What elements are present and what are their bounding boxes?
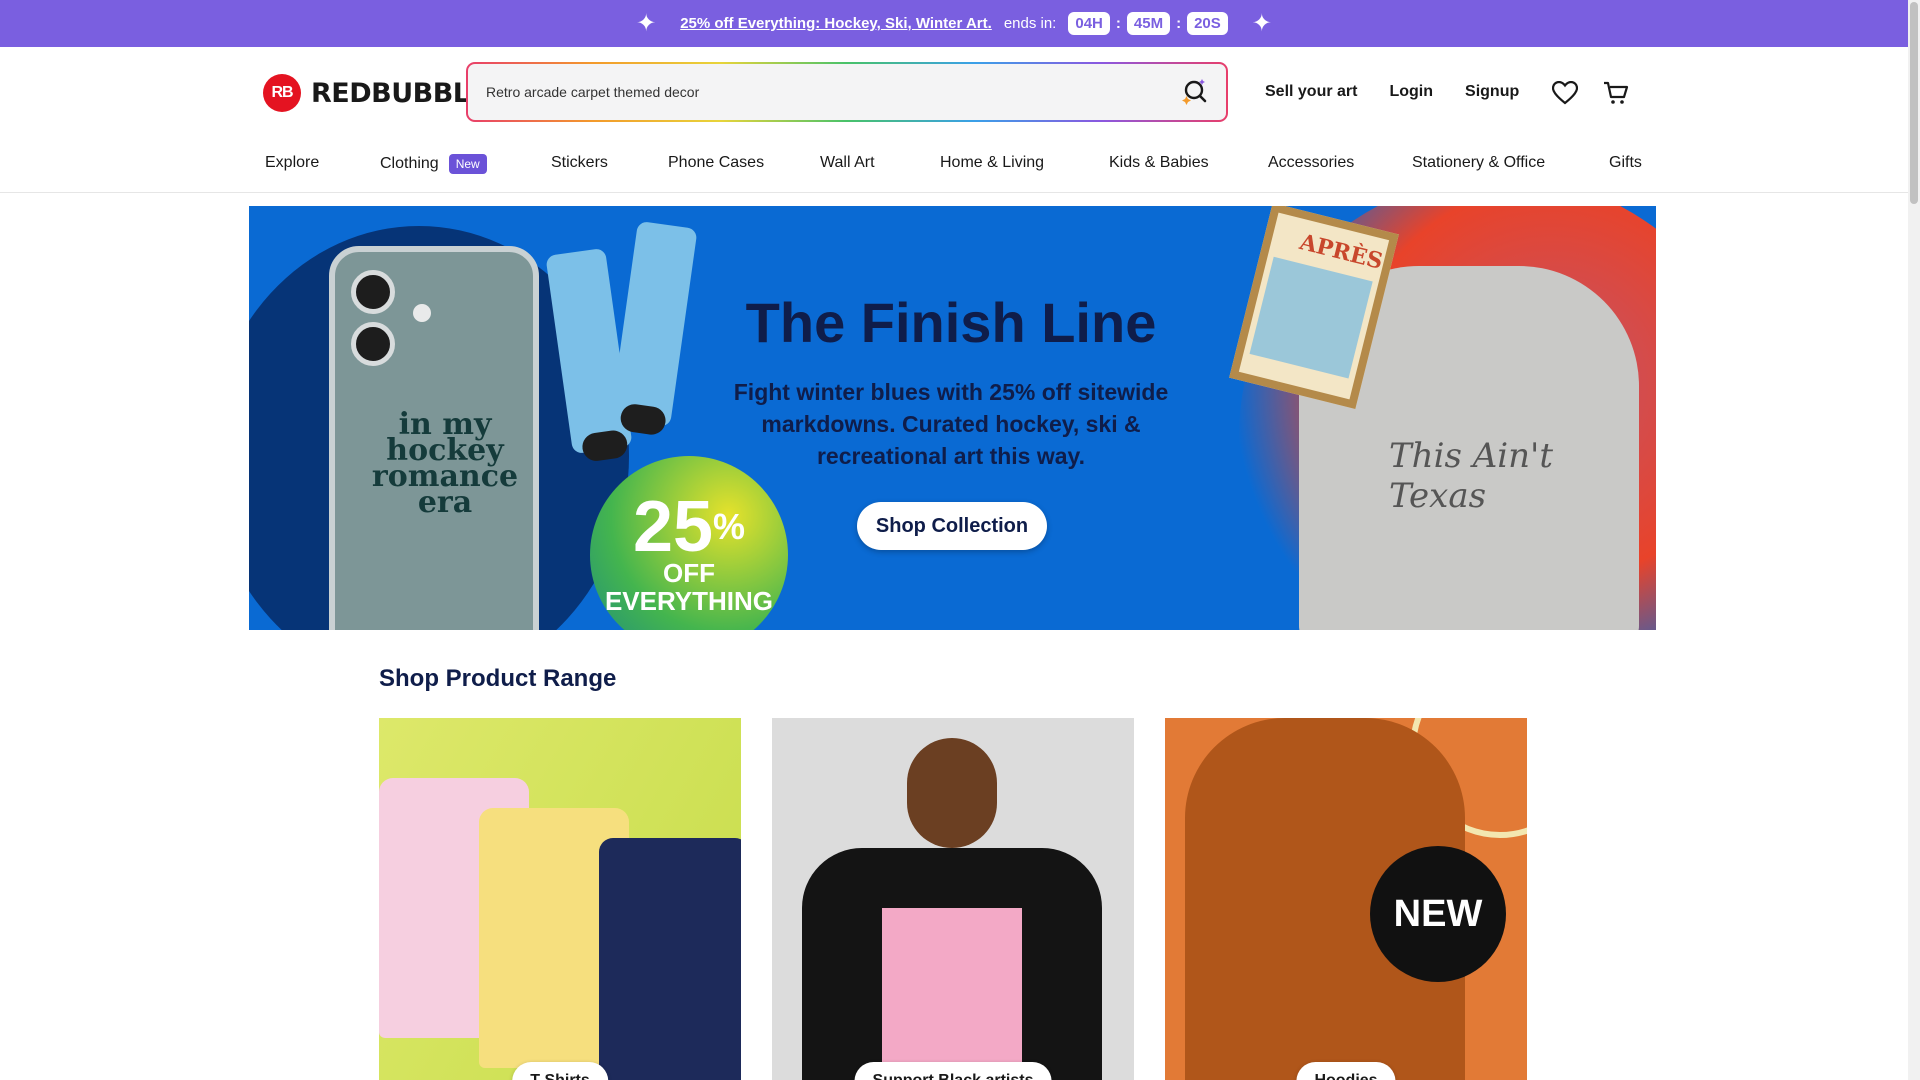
countdown-minutes: 45M <box>1126 12 1171 35</box>
new-badge: NEW <box>1370 846 1506 982</box>
product-card-tshirts[interactable]: T-Shirts <box>379 718 741 1080</box>
countdown-seconds: 20S <box>1187 12 1228 35</box>
scrollbar-thumb[interactable] <box>1910 2 1918 204</box>
card-label: Support Black artists <box>854 1062 1052 1080</box>
discount-percent-sign: % <box>713 506 746 547</box>
promo-bar: ✦ 25% off Everything: Hockey, Ski, Winte… <box>0 0 1908 47</box>
search-icon[interactable] <box>1172 70 1216 114</box>
logo-mark: RB <box>263 74 301 112</box>
promo-ends-label: ends in: <box>1003 15 1057 32</box>
signup-link[interactable]: Signup <box>1465 83 1519 101</box>
logo-wordmark: REDBUBBLE <box>311 77 488 109</box>
hero-banner[interactable]: in my hockey romance era 25% OFF EVERYTH… <box>249 206 1656 630</box>
hero-subtitle: Fight winter blues with 25% off sitewide… <box>733 379 1169 469</box>
countdown-hours: 04H <box>1068 12 1110 35</box>
new-badge: New <box>448 154 487 174</box>
site-header: RB REDBUBBLE Retro arcade carpet themed … <box>0 47 1908 141</box>
camera-lens <box>351 322 395 366</box>
product-card-support-black-artists[interactable]: Support Black artists <box>772 718 1134 1080</box>
model-image <box>802 738 1102 1080</box>
tshirt-image <box>599 838 741 1080</box>
login-link[interactable]: Login <box>1389 83 1433 101</box>
promo-link[interactable]: 25% off Everything: Hockey, Ski, Winter … <box>680 15 992 32</box>
page-scrollbar[interactable] <box>1908 0 1920 1080</box>
phone-case-design-text: in my hockey romance era <box>371 407 519 520</box>
product-card-hoodies[interactable]: NEW Hoodies <box>1165 718 1527 1080</box>
account-links: Sell your art Login Signup <box>1265 83 1519 101</box>
hero-title: The Finish Line <box>745 291 1157 354</box>
search-box[interactable]: Retro arcade carpet themed decor <box>466 62 1228 122</box>
sparkle-icon: ✦ <box>1251 10 1272 37</box>
nav-home-living[interactable]: Home & Living <box>940 154 1044 172</box>
nav-gifts[interactable]: Gifts <box>1609 154 1642 172</box>
hoodie-design-text: This Ain't Texas <box>1389 436 1554 516</box>
nav-kids-babies[interactable]: Kids & Babies <box>1109 154 1209 172</box>
card-label: Hoodies <box>1296 1062 1396 1080</box>
nav-stickers[interactable]: Stickers <box>551 154 608 172</box>
nav-clothing[interactable]: Clothing New <box>380 154 487 174</box>
discount-everything: EVERYTHING <box>604 586 774 616</box>
countdown-separator: : <box>1115 15 1121 32</box>
nav-accessories[interactable]: Accessories <box>1268 154 1354 172</box>
nav-explore[interactable]: Explore <box>265 154 319 172</box>
phone-case-image: in my hockey romance era <box>329 246 539 630</box>
nav-stationery-office[interactable]: Stationery & Office <box>1412 154 1545 172</box>
nav-phone-cases[interactable]: Phone Cases <box>668 154 764 172</box>
card-label: T-Shirts <box>512 1062 608 1080</box>
sell-your-art-link[interactable]: Sell your art <box>1265 83 1357 101</box>
search-input[interactable]: Retro arcade carpet themed decor <box>486 84 1172 100</box>
shop-collection-button[interactable]: Shop Collection <box>857 502 1047 550</box>
section-title: Shop Product Range <box>379 665 617 692</box>
cart-icon[interactable] <box>1602 79 1630 107</box>
discount-off: OFF <box>663 558 715 588</box>
heart-icon[interactable] <box>1551 79 1579 107</box>
sparkle-icon: ✦ <box>636 10 657 37</box>
camera-lens <box>351 270 395 314</box>
camera-flash <box>413 304 431 322</box>
discount-number: 25 <box>632 487 714 567</box>
category-nav: Explore Clothing New Stickers Phone Case… <box>0 141 1908 193</box>
sock-image <box>610 220 698 428</box>
nav-clothing-label: Clothing <box>380 155 439 172</box>
redbubble-logo[interactable]: RB REDBUBBLE <box>263 74 488 112</box>
nav-wall-art[interactable]: Wall Art <box>820 154 875 172</box>
countdown-separator: : <box>1176 15 1182 32</box>
